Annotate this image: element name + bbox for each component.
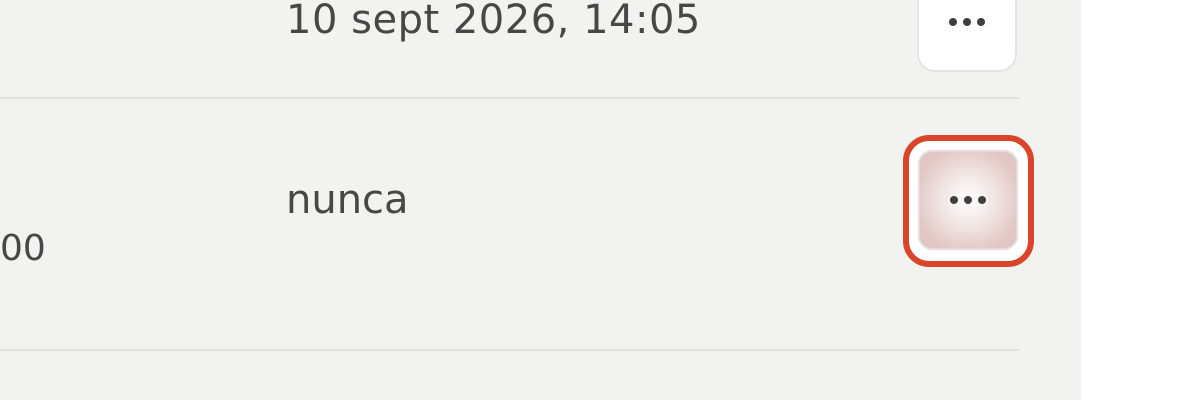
row-partial-text: 00 [0,228,46,269]
row-date-text: 10 sept 2026, 14:05 [286,0,701,43]
row-divider [0,97,1020,99]
row-expiry-text: nunca [286,177,409,223]
more-horizontal-icon [949,18,985,26]
row-divider [0,349,1020,351]
row-actions-button-highlighted[interactable] [918,150,1018,250]
table-panel: 10 sept 2026, 14:05 00 nunca [0,0,1081,400]
row-actions-button[interactable] [917,0,1017,72]
more-horizontal-icon [950,196,986,204]
